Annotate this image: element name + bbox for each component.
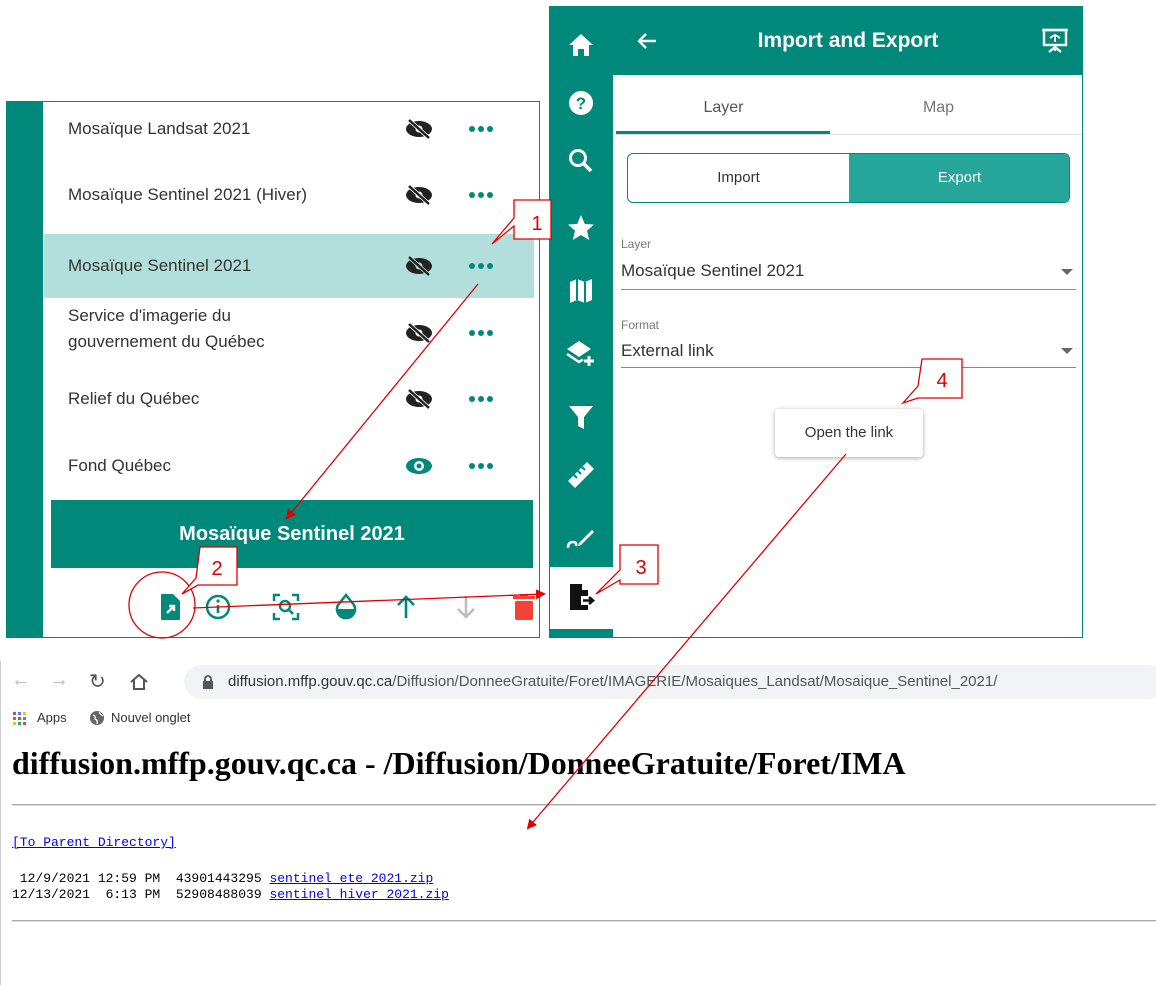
more-options-icon[interactable]: [467, 328, 495, 338]
visibility-off-icon[interactable]: [404, 388, 434, 410]
layer-name: Fond Québec: [68, 456, 172, 475]
chevron-down-icon[interactable]: [1061, 348, 1073, 354]
visibility-off-icon[interactable]: [404, 322, 434, 344]
opacity-icon[interactable]: [331, 592, 361, 622]
more-options-icon[interactable]: [467, 461, 495, 471]
layer-name: Mosaïque Sentinel 2021: [68, 256, 252, 275]
more-options-icon[interactable]: [467, 124, 495, 134]
layer-field-underline: [621, 289, 1076, 290]
import-export-icon[interactable]: [565, 581, 597, 613]
globe-icon: [90, 711, 104, 725]
layer-name: Relief du Québec: [68, 389, 200, 408]
bookmark-apps[interactable]: Apps: [37, 710, 67, 725]
layer-row-selected[interactable]: Mosaïque Sentinel 2021: [44, 234, 534, 298]
visibility-on-icon[interactable]: [404, 455, 434, 477]
file-row: 12/9/2021 12:59 PM 43901443295 sentinel_…: [12, 871, 433, 886]
draw-icon[interactable]: [565, 521, 597, 553]
more-options-icon[interactable]: [467, 261, 495, 271]
page-heading: diffusion.mffp.gouv.qc.ca - /Diffusion/D…: [12, 745, 906, 781]
divider: [12, 920, 1156, 922]
tab-divider: [613, 134, 1082, 135]
url-path: /Diffusion/DonneeGratuite/Foret/IMAGERIE…: [392, 673, 998, 690]
file-link[interactable]: sentinel_ete_2021.zip: [269, 871, 433, 886]
layer-name: Mosaïque Landsat 2021: [68, 119, 251, 138]
delete-icon[interactable]: [509, 592, 539, 622]
svg-text:?: ?: [576, 94, 586, 113]
layer-name-line1: Service d'imagerie du: [68, 306, 231, 325]
format-select[interactable]: External link: [621, 341, 714, 361]
file-row: 12/13/2021 6:13 PM 52908488039 sentinel_…: [12, 887, 449, 902]
file-link[interactable]: sentinel_hiver_2021.zip: [269, 887, 448, 902]
visibility-off-icon[interactable]: [404, 184, 434, 206]
layer-field-label: Layer: [621, 237, 652, 251]
nav-active-bg: [550, 567, 613, 629]
browser-window: ← → ↻ diffusion.mffp.gouv.qc.ca/Diffusio…: [0, 661, 1156, 985]
panel-left-strip: [7, 102, 43, 637]
layer-select[interactable]: Mosaïque Sentinel 2021: [621, 261, 804, 281]
export-layer-icon[interactable]: [155, 592, 185, 622]
panel-header: Import and Export: [613, 7, 1082, 75]
presentation-icon[interactable]: [1041, 26, 1069, 54]
visibility-off-icon[interactable]: [404, 255, 434, 277]
home-icon[interactable]: [565, 29, 597, 61]
more-options-icon[interactable]: [467, 394, 495, 404]
address-bar[interactable]: diffusion.mffp.gouv.qc.ca/Diffusion/Donn…: [184, 665, 1156, 699]
forward-icon[interactable]: →: [49, 669, 69, 692]
reload-icon[interactable]: ↻: [89, 669, 106, 694]
browser-toolbar: ← → ↻ diffusion.mffp.gouv.qc.ca/Diffusio…: [1, 661, 1156, 701]
open-link-button[interactable]: Open the link: [775, 409, 923, 457]
selected-layer-title: Mosaïque Sentinel 2021: [51, 500, 533, 568]
layer-row[interactable]: Mosaïque Sentinel 2021 (Hiver): [44, 168, 534, 223]
search-icon[interactable]: [565, 145, 597, 177]
export-button[interactable]: Export: [849, 154, 1069, 202]
zoom-to-layer-icon[interactable]: [271, 592, 301, 622]
apps-grid-icon[interactable]: [13, 712, 27, 726]
import-button[interactable]: Import: [628, 154, 849, 202]
tab-map[interactable]: Map: [831, 75, 1046, 141]
bookmark-new-tab[interactable]: Nouvel onglet: [111, 710, 191, 725]
divider: [12, 804, 1156, 806]
import-export-toggle: Import Export: [627, 153, 1070, 203]
import-export-panel: ? Import and Export Layer Map Import Exp…: [549, 6, 1083, 638]
side-nav: ?: [550, 7, 613, 637]
back-icon[interactable]: ←: [11, 669, 31, 692]
layer-row[interactable]: Relief du Québec: [44, 372, 534, 427]
chevron-down-icon[interactable]: [1061, 269, 1073, 275]
star-icon[interactable]: [565, 212, 597, 244]
url-host: diffusion.mffp.gouv.qc.ca: [228, 673, 393, 690]
layer-row[interactable]: Fond Québec: [44, 439, 534, 494]
map-icon[interactable]: [565, 275, 597, 307]
move-down-icon[interactable]: [451, 592, 481, 622]
info-icon[interactable]: [203, 592, 233, 622]
visibility-off-icon[interactable]: [404, 118, 434, 140]
format-field-label: Format: [621, 318, 660, 332]
layer-row[interactable]: Mosaïque Landsat 2021: [44, 102, 534, 157]
bookmarks-bar: Apps Nouvel onglet: [1, 703, 1156, 729]
lock-icon: [203, 675, 213, 689]
layer-name: Mosaïque Sentinel 2021 (Hiver): [68, 185, 308, 204]
url-text: diffusion.mffp.gouv.qc.ca/Diffusion/Donn…: [228, 673, 997, 690]
move-up-icon[interactable]: [391, 592, 421, 622]
help-icon[interactable]: ?: [565, 87, 597, 119]
filter-icon[interactable]: [565, 401, 597, 433]
more-options-icon[interactable]: [467, 190, 495, 200]
add-layer-icon[interactable]: [565, 337, 597, 369]
ruler-icon[interactable]: [565, 459, 597, 491]
file-meta: 12/13/2021 6:13 PM 52908488039: [12, 887, 270, 902]
file-meta: 12/9/2021 12:59 PM 43901443295: [12, 871, 270, 886]
layer-row[interactable]: Service d'imagerie du gouvernement du Qu…: [44, 302, 534, 362]
parent-directory-link[interactable]: [To Parent Directory]: [12, 835, 176, 850]
layer-list-panel: Mosaïque Landsat 2021 Mosaïque Sentinel …: [6, 101, 540, 638]
layer-name-line2: gouvernement du Québec: [68, 332, 265, 351]
format-field-underline: [621, 367, 1076, 368]
panel-title: Import and Export: [757, 29, 939, 52]
home-icon[interactable]: [129, 673, 149, 691]
